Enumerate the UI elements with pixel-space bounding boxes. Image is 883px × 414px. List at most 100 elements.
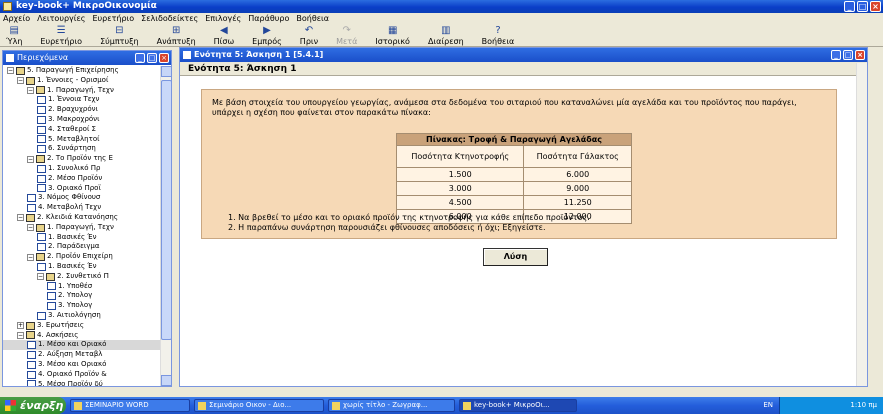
tree-node-label: 4. Ασκήσεις: [37, 330, 79, 339]
scroll-thumb[interactable]: [161, 80, 172, 340]
toolbar-button-expand[interactable]: ⊞ Ανάπτυξη: [157, 25, 196, 47]
panel-minimize-button[interactable]: _: [135, 53, 145, 63]
tree-node[interactable]: 2. Αύξηση Μεταβλ: [3, 350, 161, 360]
tree-node[interactable]: − 2. Το Προϊόν της Ε: [3, 154, 161, 164]
tree-node[interactable]: 3. Νόμος Φθίνουσ: [3, 193, 161, 203]
toolbar: ▤ Ύλη ☰ Ευρετήριο ⊟ Σύμπτυξη ⊞ Ανάπτυξη ◀ Πίσω ▶ Εμ…: [0, 25, 883, 47]
tree-expander[interactable]: −: [7, 67, 14, 75]
toolbar-button-split[interactable]: ▥ Διαίρεση: [428, 25, 464, 47]
tree-node[interactable]: − 1. Έννοιες - Ορισμοί: [3, 76, 161, 86]
tree-node[interactable]: − 2. Προϊόν Επιχείρη: [3, 252, 161, 262]
tree-node[interactable]: − 4. Ασκήσεις: [3, 331, 161, 341]
toolbar-button-collapse[interactable]: ⊟ Σύμπτυξη: [100, 25, 139, 47]
language-indicator[interactable]: EN: [763, 397, 773, 414]
minimize-button[interactable]: _: [844, 1, 855, 12]
taskbar-task[interactable]: key-book+ ΜικροΟι...: [459, 399, 577, 412]
tree-expander[interactable]: −: [37, 273, 44, 281]
tree-expander[interactable]: +: [17, 322, 24, 330]
tree-node[interactable]: 4. Σταθεροί Σ: [3, 125, 161, 135]
topic-icon: [183, 51, 191, 59]
menu-item[interactable]: Επιλογές: [205, 13, 241, 25]
tree-node[interactable]: 2. Βραχυχρόνι: [3, 105, 161, 115]
scroll-up-button[interactable]: [161, 66, 172, 77]
panel-maximize-button[interactable]: □: [147, 53, 157, 63]
menu-item[interactable]: Αρχείο: [3, 13, 30, 25]
tree-node[interactable]: 2. Υπολογ: [3, 291, 161, 301]
start-button[interactable]: έναρξη: [0, 397, 66, 414]
maximize-button[interactable]: □: [857, 1, 868, 12]
help-icon: ?: [495, 25, 501, 36]
menu-item[interactable]: Λειτουργίες: [37, 13, 85, 25]
tree-node[interactable]: 1. Βασικές Έν: [3, 233, 161, 243]
tree-node[interactable]: 3. Οριακό Προϊ: [3, 184, 161, 194]
page-icon: [37, 262, 46, 271]
tree-node[interactable]: 1. Υποθέσ: [3, 282, 161, 292]
toolbar-button-back[interactable]: ◀ Πίσω: [214, 25, 235, 47]
toolbar-button-help[interactable]: ? Βοήθεια: [482, 25, 515, 47]
tree-node[interactable]: 4. Οριακό Προϊόν &: [3, 370, 161, 380]
tree-node-label: 5. Μεταβλητοί: [48, 134, 100, 143]
tree-node[interactable]: 1. Βασικές Έν: [3, 262, 161, 272]
tree-node[interactable]: 2. Μέσο Προϊόν: [3, 174, 161, 184]
taskbar-task[interactable]: ΣΕΜΙΝΑΡΙΟ WORD: [70, 399, 190, 412]
tree-node[interactable]: 1. Συνολικό Πρ: [3, 164, 161, 174]
tree-node[interactable]: − 5. Παραγωγή Επιχείρησης: [3, 66, 161, 76]
tree-node[interactable]: +3. Ερωτήσεις: [3, 321, 161, 331]
panel-close-button[interactable]: ×: [159, 53, 169, 63]
contents-panel: Περιεχόμενα _ □ × −5. Παραγωγή Επιχείρησ…: [2, 50, 172, 387]
tree-node[interactable]: 2. Παράδειγμα: [3, 242, 161, 252]
toolbar-button-undo[interactable]: ↶ Πριν: [300, 25, 318, 47]
tree-node[interactable]: 5. Μεταβλητοί: [3, 135, 161, 145]
tree-expander[interactable]: −: [17, 77, 24, 85]
tree-node[interactable]: 6. Συνάρτηση: [3, 144, 161, 154]
task-app-icon: [463, 402, 471, 410]
contents-scrollbar[interactable]: [160, 66, 172, 386]
tree-node[interactable]: 5. Μέσο Προϊόν δύ: [3, 380, 161, 386]
scroll-down-button[interactable]: [161, 375, 172, 386]
page-icon: [27, 204, 36, 213]
tree-node[interactable]: 3. Μέσο και Οριακό: [3, 360, 161, 370]
topic-minimize-button[interactable]: _: [831, 50, 841, 60]
tree-node-label: 1. Μέσο και Οριακό: [38, 340, 107, 349]
tree-node[interactable]: 1. Έννοια Τεχν: [3, 95, 161, 105]
toolbar-button-forward[interactable]: ▶ Εμπρός: [252, 25, 282, 47]
tree-expander[interactable]: −: [27, 224, 34, 232]
toolbar-button-history[interactable]: ▦ Ιστορικό: [375, 25, 410, 47]
tree-node[interactable]: − 2. Συνθετικό Π: [3, 272, 161, 282]
tree-expander[interactable]: −: [17, 331, 24, 339]
tree-node[interactable]: − 1. Παραγωγή, Τεχν: [3, 223, 161, 233]
topic-scrollbar[interactable]: [856, 63, 867, 386]
toolbar-button-book[interactable]: ▤ Ύλη: [6, 25, 22, 47]
tree-node[interactable]: − 1. Παραγωγή, Τεχν: [3, 86, 161, 96]
tree-expander[interactable]: −: [27, 86, 34, 94]
topic-maximize-button[interactable]: □: [843, 50, 853, 60]
split-icon: ▥: [441, 25, 451, 36]
toolbar-button-index[interactable]: ☰ Ευρετήριο: [40, 25, 82, 47]
tree-expander[interactable]: −: [27, 253, 34, 261]
page-icon: [37, 106, 46, 115]
menu-item[interactable]: Ευρετήριο: [93, 13, 135, 25]
close-button[interactable]: ×: [870, 1, 881, 12]
tree-expander[interactable]: −: [27, 155, 34, 163]
tree-node[interactable]: − 2. Κλειδιά Κατανόησης: [3, 213, 161, 223]
tree-node[interactable]: 4. Μεταβολή Τεχν: [3, 203, 161, 213]
toolbar-button-redo[interactable]: ↷ Μετά: [336, 25, 357, 47]
menu-item[interactable]: Παράθυρο: [248, 13, 289, 25]
tree-node[interactable]: 3. Αιτιολόγηση: [3, 311, 161, 321]
taskbar-task[interactable]: χωρίς τίτλο - Ζωγραφ...: [328, 399, 455, 412]
window-titlebar[interactable]: key-book+ ΜικροΟικονομία _ □ ×: [0, 0, 883, 13]
menu-item[interactable]: Βοήθεια: [296, 13, 329, 25]
solution-button[interactable]: Λύση: [483, 248, 548, 266]
tree-expander[interactable]: −: [17, 214, 24, 222]
topic-close-button[interactable]: ×: [855, 50, 865, 60]
menu-item[interactable]: Σελιδοδείκτες: [141, 13, 198, 25]
tree-node[interactable]: 3. Μακροχρόνι: [3, 115, 161, 125]
history-icon: ▦: [387, 25, 398, 36]
table-cell: 4.500: [395, 195, 525, 210]
tree-node[interactable]: 1. Μέσο και Οριακό: [3, 340, 161, 351]
clock[interactable]: 1:10 πμ: [850, 397, 877, 414]
taskbar-task[interactable]: Σεμινάριο Οικον - Διο...: [194, 399, 324, 412]
tree-node[interactable]: 3. Υπολογ: [3, 301, 161, 311]
topic-window-titlebar[interactable]: Ενότητα 5: Άσκηση 1 [5.4.1] _ □ ×: [180, 48, 867, 62]
collapse-icon: ⊟: [115, 25, 124, 36]
